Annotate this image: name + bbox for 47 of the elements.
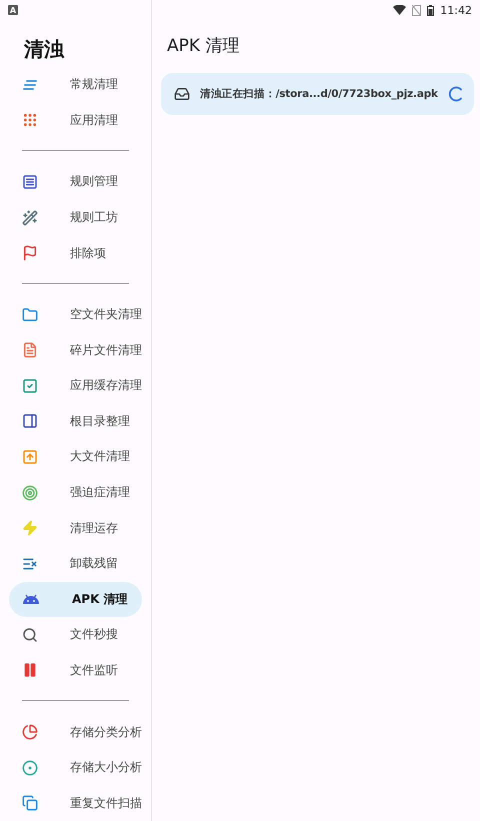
page-title: APK 清理 (167, 35, 240, 56)
sidebar-item[interactable]: 重复文件扫描 (9, 785, 142, 821)
sidebar-item[interactable]: 卸载残留 (9, 546, 142, 582)
sidebar-item[interactable]: 存储大小分析 (9, 750, 142, 786)
android-icon (22, 593, 40, 606)
spinner-icon (448, 86, 464, 102)
sidebar-item[interactable]: APK 清理 (9, 582, 142, 618)
flag-icon (22, 245, 38, 262)
sidebar-item[interactable]: 强迫症清理 (9, 474, 142, 510)
sidebar-item[interactable]: 应用缓存清理 (9, 368, 142, 404)
list-icon (22, 174, 38, 190)
lightning-icon (22, 520, 38, 536)
sidebar-item[interactable]: 存储分类分析 (9, 714, 142, 750)
target-icon (22, 484, 38, 501)
wifi-icon (393, 5, 406, 15)
sim-icon (412, 4, 422, 16)
upload-box-icon (22, 448, 38, 465)
list-icon (22, 556, 38, 572)
document-icon (22, 342, 38, 358)
sidebar-item[interactable]: 清理运存 (9, 510, 142, 546)
copy-icon (22, 795, 38, 812)
sidebar-item[interactable]: 应用清理 (9, 102, 142, 138)
sidebar-item[interactable]: 文件秒搜 (9, 617, 142, 653)
sidebar-item[interactable]: 常规清理 (9, 67, 142, 103)
pie-chart-icon (22, 724, 38, 740)
sidebar-item[interactable]: 大文件清理 (9, 439, 142, 475)
search-icon (22, 626, 38, 643)
clock-time: 11:42 (440, 4, 472, 16)
scan-status: 清浊正在扫描：/stora...d/0/7723box_pjz.apk (200, 87, 438, 101)
checklist-icon (22, 378, 38, 394)
grid-icon (22, 112, 38, 128)
sidebar-item[interactable]: 规则工坊 (9, 200, 142, 236)
inbox-icon (174, 86, 190, 102)
pause-icon (22, 662, 38, 678)
battery-icon (427, 4, 434, 16)
app-title: 清浊 (24, 36, 66, 63)
panel-icon (22, 413, 38, 430)
sidebar-item[interactable]: 碎片文件清理 (9, 332, 142, 368)
sidebar-item[interactable]: 排除项 (9, 235, 142, 271)
sidebar-item[interactable]: 文件监听 (9, 652, 142, 688)
sidebar-item[interactable]: 空文件夹清理 (9, 296, 142, 332)
folder-icon (22, 306, 38, 323)
target-icon (22, 760, 38, 776)
notification-icon: A (8, 5, 18, 15)
sidebar-item[interactable]: 根目录整理 (9, 404, 142, 440)
sidebar-item[interactable]: 规则管理 (9, 164, 142, 200)
magic-wand-icon (22, 210, 38, 226)
